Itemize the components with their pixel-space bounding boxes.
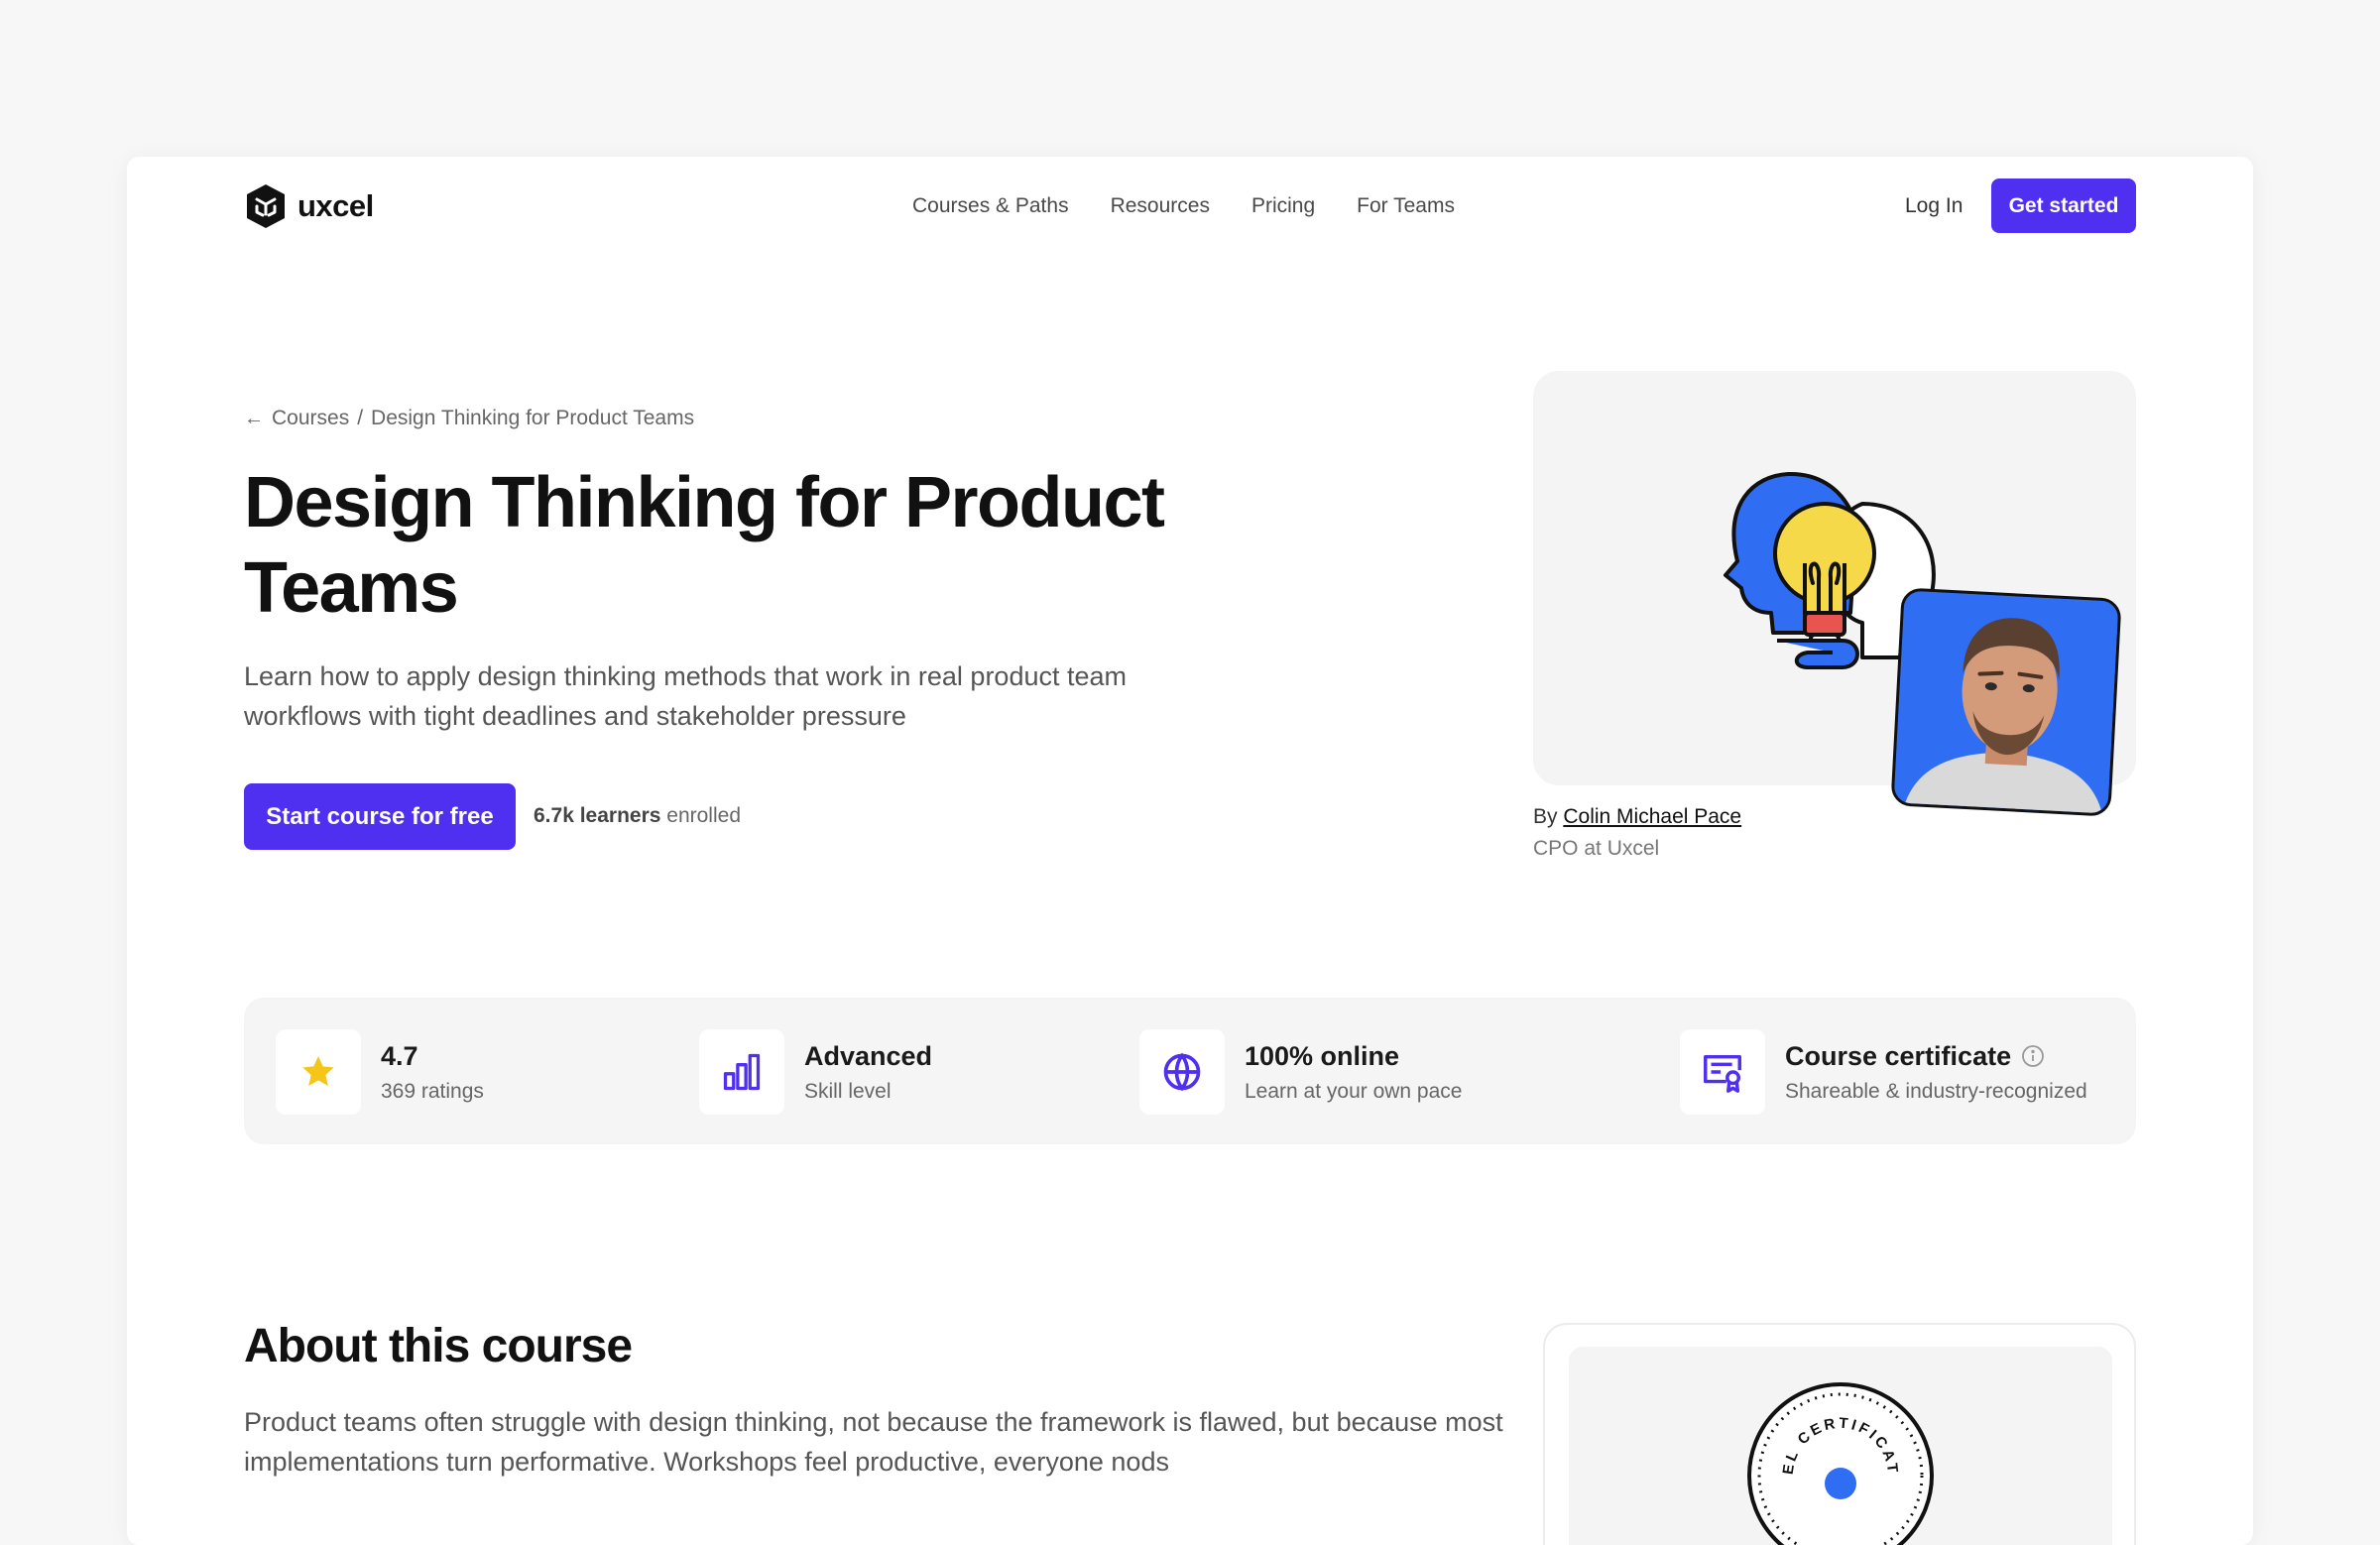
stat-certificate: Course certificate Shareable & industry-…	[1680, 1029, 2087, 1115]
about-description: Product teams often struggle with design…	[244, 1407, 1503, 1477]
certificate-preview: CEL CERTIFICATE	[1569, 1347, 2112, 1545]
certificate-icon	[1680, 1029, 1765, 1115]
page-title: Design Thinking for Product Teams	[244, 463, 1165, 628]
rating-value: 4.7	[381, 1040, 418, 1071]
learners-suffix: enrolled	[666, 804, 742, 827]
globe-icon	[1139, 1029, 1225, 1115]
author-portrait-image	[1893, 590, 2122, 817]
breadcrumb: ← Courses / Design Thinking for Product …	[244, 407, 694, 430]
learners-count: 6.7k learners	[534, 804, 661, 827]
start-course-button[interactable]: Start course for free	[244, 783, 516, 850]
breadcrumb-current: Design Thinking for Product Teams	[371, 407, 695, 429]
author-name-link[interactable]: Colin Michael Pace	[1563, 805, 1741, 828]
logo[interactable]: uxcel	[244, 182, 374, 230]
certificate-value: Course certificate	[1785, 1041, 2087, 1072]
skill-level-value: Advanced	[804, 1040, 933, 1071]
nav-courses-paths[interactable]: Courses & Paths	[912, 194, 1069, 218]
online-label: Learn at your own pace	[1245, 1079, 1463, 1103]
certificate-label: Shareable & industry-recognized	[1785, 1079, 2087, 1103]
certificate-seal-icon: CEL CERTIFICATE	[1569, 1347, 1934, 1545]
breadcrumb-courses[interactable]: Courses	[272, 407, 349, 430]
by-label: By	[1533, 805, 1558, 828]
info-icon[interactable]	[2021, 1044, 2045, 1068]
login-link[interactable]: Log In	[1905, 194, 1963, 218]
course-stats-bar: 4.7 369 ratings Advanced Skill level 100…	[244, 998, 2136, 1144]
arrow-left-icon[interactable]: ←	[244, 408, 264, 430]
online-value: 100% online	[1245, 1040, 1400, 1071]
stat-online: 100% online Learn at your own pace	[1139, 1029, 1462, 1115]
nav-resources[interactable]: Resources	[1111, 194, 1210, 218]
rating-count: 369 ratings	[381, 1079, 484, 1103]
stat-skill-level: Advanced Skill level	[699, 1029, 932, 1115]
skill-level-label: Skill level	[804, 1079, 892, 1103]
nav-pricing[interactable]: Pricing	[1251, 194, 1315, 218]
course-subtitle: Learn how to apply design thinking metho…	[244, 661, 1128, 731]
page-card: uxcel Courses & Paths Resources Pricing …	[127, 157, 2253, 1545]
stat-rating: 4.7 369 ratings	[276, 1029, 484, 1115]
breadcrumb-separator: /	[357, 407, 364, 429]
uxcel-logo-icon	[247, 184, 285, 228]
top-nav: uxcel Courses & Paths Resources Pricing …	[127, 157, 2253, 256]
nav-for-teams[interactable]: For Teams	[1357, 194, 1455, 218]
about-heading: About this course	[244, 1320, 633, 1372]
author-photo	[1890, 587, 2122, 817]
nav-links: Courses & Paths Resources Pricing For Te…	[912, 194, 1455, 218]
author-role: CPO at Uxcel	[1533, 837, 1660, 860]
star-icon	[276, 1029, 361, 1115]
get-started-button[interactable]: Get started	[1991, 178, 2136, 233]
certificate-title: Course certificate	[1785, 1040, 2012, 1071]
author-byline: By Colin Michael Pace	[1533, 805, 1741, 829]
bar-chart-icon	[699, 1029, 784, 1115]
brand-name: uxcel	[298, 188, 374, 223]
certificate-card: CEL CERTIFICATE	[1543, 1323, 2136, 1545]
learners-enrolled: 6.7k learners enrolled	[534, 804, 741, 828]
